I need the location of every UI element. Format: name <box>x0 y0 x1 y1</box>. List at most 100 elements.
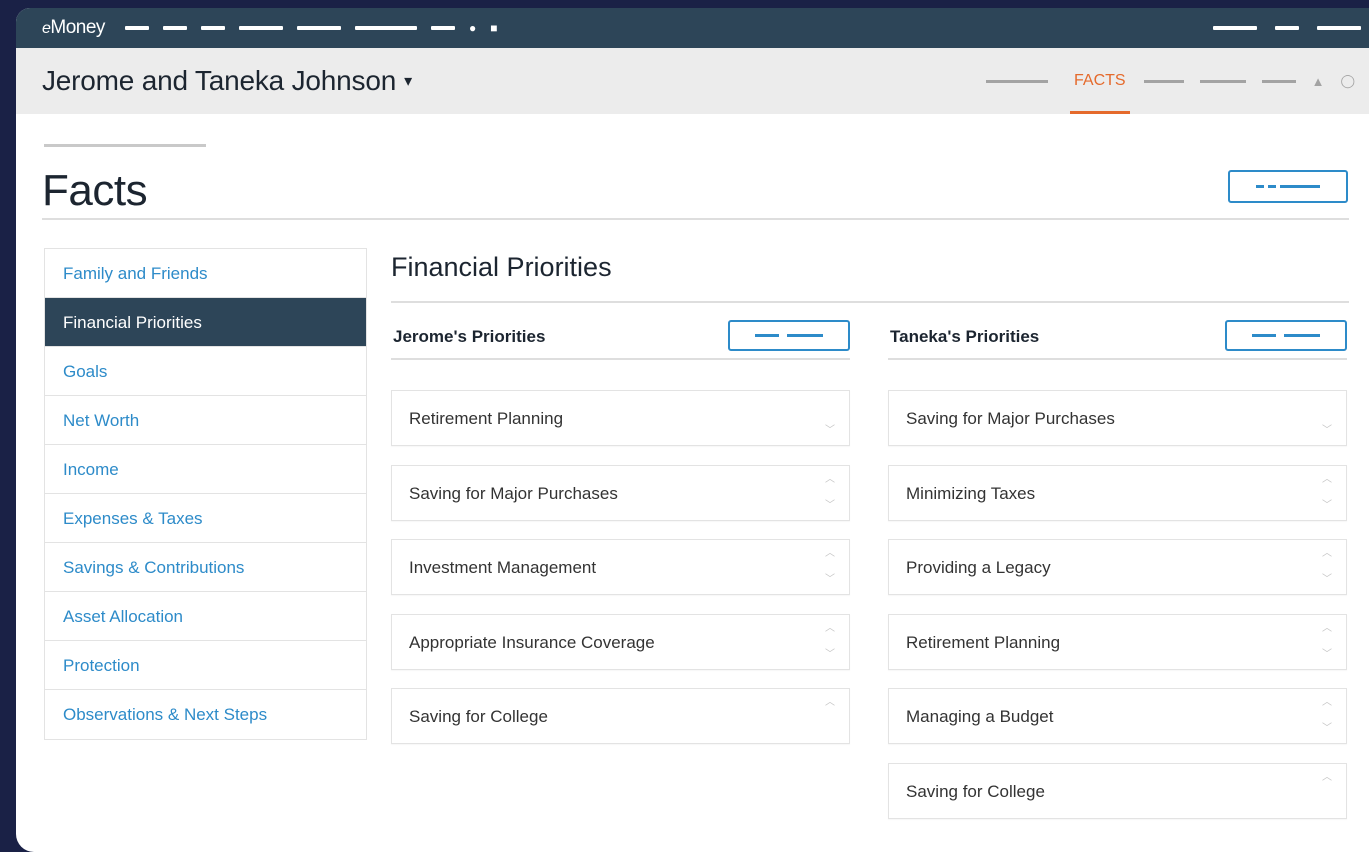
reorder-controls: ︿ ﹀ <box>1320 615 1334 669</box>
column-title: Taneka's Priorities <box>890 327 1040 346</box>
jerome-priorities-column: Jerome's Priorities Retirement Planning … <box>391 320 850 744</box>
priority-label: Managing a Budget <box>906 707 1054 726</box>
subnav-item-3[interactable] <box>1199 79 1246 83</box>
breadcrumb[interactable] <box>44 144 206 147</box>
move-down-icon[interactable]: ﹀ <box>1320 426 1334 436</box>
divider <box>42 218 1349 220</box>
reorder-controls: ︿ ﹀ <box>1320 540 1334 594</box>
priority-label: Retirement Planning <box>409 409 564 428</box>
brand-name: Money <box>50 17 105 38</box>
move-down-icon[interactable]: ﹀ <box>823 501 837 511</box>
button-glyph <box>1252 334 1276 337</box>
move-down-icon[interactable]: ﹀ <box>823 575 837 585</box>
edit-taneka-priorities-button[interactable] <box>1225 320 1347 351</box>
reorder-controls: ︿ ﹀ <box>823 615 837 669</box>
top-navigation-bar: eMoney ● ■ <box>16 8 1369 48</box>
globe-icon[interactable]: ◯ <box>1340 73 1355 89</box>
move-up-icon[interactable]: ︿ <box>1320 624 1334 634</box>
priority-card[interactable]: Minimizing Taxes ︿ ﹀ <box>888 465 1347 521</box>
app-window: eMoney ● ■ Jerome and Taneka Johnson ▾ F… <box>16 8 1369 852</box>
chevron-down-icon[interactable]: ▾ <box>404 71 412 91</box>
nav-item-3[interactable] <box>200 26 225 30</box>
move-up-icon[interactable]: ︿ <box>823 698 837 708</box>
button-glyph <box>1284 334 1320 337</box>
button-glyph <box>1268 185 1276 188</box>
nav-item-2[interactable] <box>162 26 187 30</box>
move-up-icon[interactable]: ︿ <box>1320 549 1334 559</box>
sidebar-item-family-and-friends[interactable]: Family and Friends <box>45 249 366 298</box>
priority-label: Minimizing Taxes <box>906 484 1036 503</box>
nav-item-4[interactable] <box>238 26 283 30</box>
nav-item-right-2[interactable] <box>1275 26 1299 30</box>
client-subnav: FACTS ▲ ◯ <box>970 48 1355 114</box>
priority-card[interactable]: Saving for College ︿ <box>888 763 1347 819</box>
emoney-logo[interactable]: eMoney <box>42 17 105 39</box>
priority-card[interactable]: Retirement Planning ﹀ <box>391 390 850 446</box>
person-icon[interactable]: ▲ <box>1312 74 1325 89</box>
priority-label: Retirement Planning <box>906 633 1061 652</box>
reorder-controls: ﹀ <box>823 391 837 445</box>
move-down-icon[interactable]: ﹀ <box>1320 650 1334 660</box>
priority-label: Saving for College <box>906 782 1045 801</box>
priority-label: Appropriate Insurance Coverage <box>409 633 655 652</box>
edit-jerome-priorities-button[interactable] <box>728 320 850 351</box>
settings-icon[interactable]: ■ <box>490 21 497 35</box>
section-title: Financial Priorities <box>391 252 612 282</box>
move-down-icon[interactable]: ﹀ <box>1320 501 1334 511</box>
nav-item-right-1[interactable] <box>1213 26 1257 30</box>
column-header: Jerome's Priorities <box>391 320 850 360</box>
priority-card[interactable]: Appropriate Insurance Coverage ︿ ﹀ <box>391 614 850 670</box>
sidebar-item-expenses-taxes[interactable]: Expenses & Taxes <box>45 494 366 543</box>
reorder-controls: ︿ ﹀ <box>1320 689 1334 743</box>
taneka-priorities-column: Taneka's Priorities Saving for Major Pur… <box>888 320 1347 819</box>
priority-card[interactable]: Retirement Planning ︿ ﹀ <box>888 614 1347 670</box>
sidebar-item-asset-allocation[interactable]: Asset Allocation <box>45 592 366 641</box>
divider <box>391 301 1349 303</box>
sidebar-item-protection[interactable]: Protection <box>45 641 366 690</box>
subnav-item-2[interactable] <box>1143 79 1184 83</box>
nav-item-right-3[interactable] <box>1317 26 1361 30</box>
move-up-icon[interactable]: ︿ <box>823 624 837 634</box>
priority-label: Saving for College <box>409 707 548 726</box>
move-down-icon[interactable]: ﹀ <box>1320 724 1334 734</box>
move-up-icon[interactable]: ︿ <box>823 549 837 559</box>
client-name-dropdown[interactable]: Jerome and Taneka Johnson <box>42 65 396 97</box>
sidebar-item-income[interactable]: Income <box>45 445 366 494</box>
move-up-icon[interactable]: ︿ <box>1320 698 1334 708</box>
move-down-icon[interactable]: ﹀ <box>823 426 837 436</box>
nav-item-1[interactable] <box>124 26 149 30</box>
priority-card[interactable]: Providing a Legacy ︿ ﹀ <box>888 539 1347 595</box>
nav-item-7[interactable] <box>430 26 455 30</box>
move-up-icon[interactable]: ︿ <box>1320 773 1334 783</box>
priority-label: Providing a Legacy <box>906 558 1051 577</box>
subnav-item-4[interactable] <box>1261 79 1296 83</box>
priority-card[interactable]: Investment Management ︿ ﹀ <box>391 539 850 595</box>
sidebar-item-savings-contributions[interactable]: Savings & Contributions <box>45 543 366 592</box>
page-title: Facts <box>42 166 148 215</box>
priority-card[interactable]: Saving for Major Purchases ︿ ﹀ <box>391 465 850 521</box>
move-up-icon[interactable]: ︿ <box>823 475 837 485</box>
sidebar-item-goals[interactable]: Goals <box>45 347 366 396</box>
priority-label: Investment Management <box>409 558 597 577</box>
subnav-item-1[interactable] <box>986 79 1048 83</box>
move-down-icon[interactable]: ﹀ <box>823 650 837 660</box>
sidebar-item-net-worth[interactable]: Net Worth <box>45 396 366 445</box>
reorder-controls: ︿ <box>823 689 837 743</box>
priority-card[interactable]: Saving for Major Purchases ﹀ <box>888 390 1347 446</box>
nav-item-6[interactable] <box>354 26 417 30</box>
reorder-controls: ︿ ﹀ <box>1320 466 1334 520</box>
facts-sidebar: Family and Friends Financial Priorities … <box>44 248 367 740</box>
tab-facts[interactable]: FACTS <box>1070 48 1130 114</box>
header-action-button[interactable] <box>1228 170 1348 203</box>
button-glyph <box>755 334 779 337</box>
priority-card[interactable]: Managing a Budget ︿ ﹀ <box>888 688 1347 744</box>
bell-icon[interactable]: ● <box>469 21 476 35</box>
column-header: Taneka's Priorities <box>888 320 1347 360</box>
move-down-icon[interactable]: ﹀ <box>1320 575 1334 585</box>
button-glyph <box>1280 185 1320 188</box>
priority-card[interactable]: Saving for College ︿ <box>391 688 850 744</box>
sidebar-item-observations-next-steps[interactable]: Observations & Next Steps <box>45 690 366 739</box>
nav-item-5[interactable] <box>296 26 341 30</box>
sidebar-item-financial-priorities[interactable]: Financial Priorities <box>45 298 366 347</box>
move-up-icon[interactable]: ︿ <box>1320 475 1334 485</box>
